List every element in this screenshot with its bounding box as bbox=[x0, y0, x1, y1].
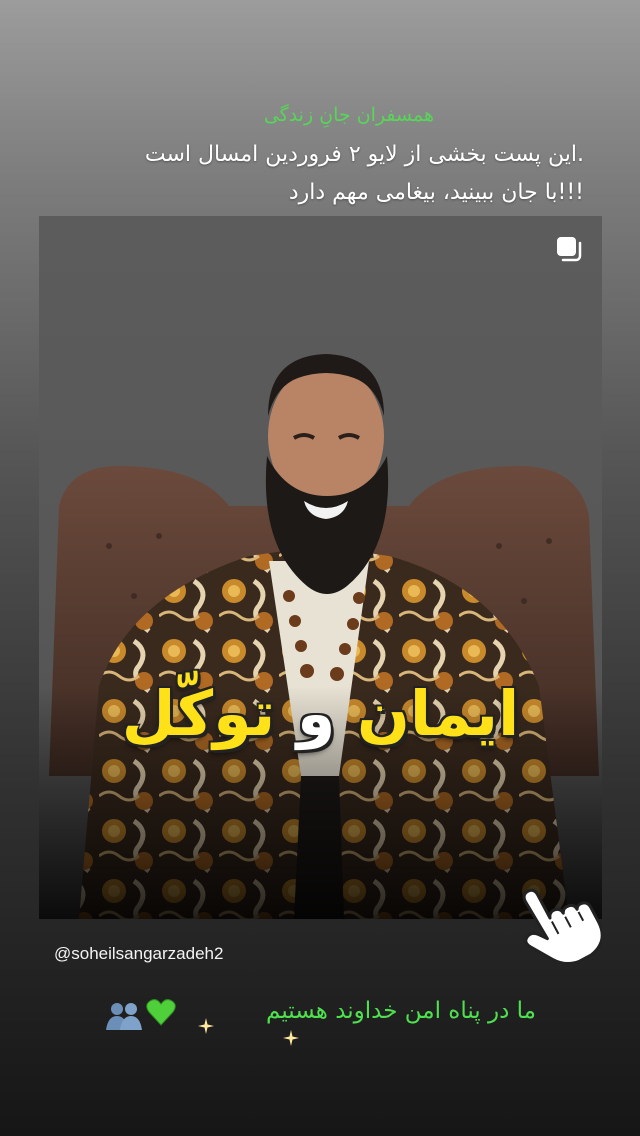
overlay-title-word-1: ایمان bbox=[356, 677, 520, 750]
overlay-title-word-2: توکّل bbox=[121, 677, 276, 750]
post-overlay-title: ایمان و توکّل bbox=[39, 674, 602, 754]
caption-line-1: این پست بخشی از لایو ۲ فروردین امسال است… bbox=[144, 142, 584, 167]
story-canvas: همسفران جانِ زندگی این پست بخشی از لایو … bbox=[0, 0, 640, 1136]
footer-text: ما در پناه امن خداوند هستیم bbox=[266, 998, 536, 1024]
caption-line-2: با جان ببینید، بیغامی مهم دارد!!! bbox=[288, 180, 584, 205]
sparkle-icon bbox=[198, 1018, 214, 1034]
sparkle-icon bbox=[283, 1030, 299, 1046]
mention-username[interactable]: @soheilsangarzadeh2 bbox=[54, 944, 223, 964]
overlay-title-and: و bbox=[296, 677, 336, 750]
green-heart-icon bbox=[146, 999, 176, 1026]
carousel-icon bbox=[557, 237, 582, 262]
post-photo bbox=[39, 216, 602, 919]
greeting-text: همسفران جانِ زندگی bbox=[263, 104, 434, 126]
people-icon bbox=[106, 1003, 142, 1030]
pointing-hand-icon bbox=[522, 888, 602, 966]
reposted-post[interactable]: ایمان و توکّل bbox=[39, 216, 602, 919]
